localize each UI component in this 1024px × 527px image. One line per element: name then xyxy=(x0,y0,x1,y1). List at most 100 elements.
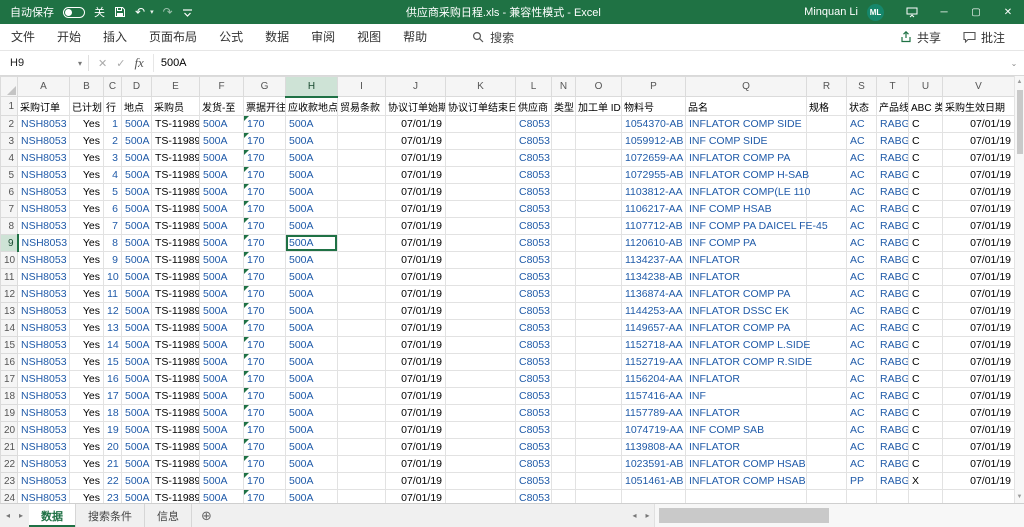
col-header-R[interactable]: R xyxy=(807,77,847,97)
cell-F8[interactable]: 500A xyxy=(200,218,244,235)
cell-A19[interactable]: NSH8053 xyxy=(18,405,70,422)
cell-H20[interactable]: 500A xyxy=(286,422,338,439)
cell-O10[interactable] xyxy=(576,252,622,269)
cell-D13[interactable]: 500A xyxy=(122,303,152,320)
cell-G11[interactable]: 170 xyxy=(244,269,286,286)
cell-E21[interactable]: TS-11989 xyxy=(152,439,200,456)
cell-U18[interactable]: C xyxy=(909,388,943,405)
cell-L3[interactable]: C8053 xyxy=(516,133,552,150)
next-sheet-icon[interactable]: ▸ xyxy=(19,511,23,520)
cell-D19[interactable]: 500A xyxy=(122,405,152,422)
vertical-scrollbar[interactable]: ▲ ▼ xyxy=(1014,76,1024,503)
cell-G13[interactable]: 170 xyxy=(244,303,286,320)
cell-C1[interactable]: 行 xyxy=(104,97,122,116)
cell-B16[interactable]: Yes xyxy=(70,354,104,371)
row-header-16[interactable]: 16 xyxy=(1,354,18,371)
cell-B4[interactable]: Yes xyxy=(70,150,104,167)
row-header-12[interactable]: 12 xyxy=(1,286,18,303)
ribbon-tab-review[interactable]: 审阅 xyxy=(300,25,346,50)
cell-J24[interactable]: 07/01/19 xyxy=(386,490,446,504)
cell-R23[interactable] xyxy=(807,473,847,490)
cell-L19[interactable]: C8053 xyxy=(516,405,552,422)
cell-N6[interactable] xyxy=(552,184,576,201)
row-header-8[interactable]: 8 xyxy=(1,218,18,235)
row-header-14[interactable]: 14 xyxy=(1,320,18,337)
cell-F15[interactable]: 500A xyxy=(200,337,244,354)
cell-N7[interactable] xyxy=(552,201,576,218)
cell-O24[interactable] xyxy=(576,490,622,504)
cell-D3[interactable]: 500A xyxy=(122,133,152,150)
cell-C21[interactable]: 20 xyxy=(104,439,122,456)
row-header-2[interactable]: 2 xyxy=(1,116,18,133)
cell-O21[interactable] xyxy=(576,439,622,456)
cell-D14[interactable]: 500A xyxy=(122,320,152,337)
cell-V8[interactable]: 07/01/19 xyxy=(943,218,1015,235)
cell-R6[interactable] xyxy=(807,184,847,201)
cell-O14[interactable] xyxy=(576,320,622,337)
ribbon-tab-help[interactable]: 帮助 xyxy=(392,25,438,50)
cell-N5[interactable] xyxy=(552,167,576,184)
cell-I13[interactable] xyxy=(338,303,386,320)
cell-A2[interactable]: NSH8053 xyxy=(18,116,70,133)
cell-H12[interactable]: 500A xyxy=(286,286,338,303)
cell-S18[interactable]: AC xyxy=(847,388,877,405)
cell-B22[interactable]: Yes xyxy=(70,456,104,473)
cell-A8[interactable]: NSH8053 xyxy=(18,218,70,235)
col-header-A[interactable]: A xyxy=(18,77,70,97)
cell-H1[interactable]: 应收款地点 xyxy=(286,97,338,116)
cell-C12[interactable]: 11 xyxy=(104,286,122,303)
cell-G3[interactable]: 170 xyxy=(244,133,286,150)
cell-Q20[interactable]: INF COMP SAB xyxy=(686,422,807,439)
cell-H3[interactable]: 500A xyxy=(286,133,338,150)
cell-V1[interactable]: 采购生效日期 xyxy=(943,97,1015,116)
cell-B18[interactable]: Yes xyxy=(70,388,104,405)
ribbon-tab-page-layout[interactable]: 页面布局 xyxy=(138,25,208,50)
select-all-button[interactable] xyxy=(1,77,18,97)
cell-C22[interactable]: 21 xyxy=(104,456,122,473)
cell-J17[interactable]: 07/01/19 xyxy=(386,371,446,388)
cell-G4[interactable]: 170 xyxy=(244,150,286,167)
cell-C5[interactable]: 4 xyxy=(104,167,122,184)
cell-J6[interactable]: 07/01/19 xyxy=(386,184,446,201)
cell-S2[interactable]: AC xyxy=(847,116,877,133)
col-header-Q[interactable]: Q xyxy=(686,77,807,97)
cell-N22[interactable] xyxy=(552,456,576,473)
cell-P17[interactable]: 1156204-AA xyxy=(622,371,686,388)
cell-V18[interactable]: 07/01/19 xyxy=(943,388,1015,405)
col-header-J[interactable]: J xyxy=(386,77,446,97)
cell-D9[interactable]: 500A xyxy=(122,235,152,252)
cell-P8[interactable]: 1107712-AB xyxy=(622,218,686,235)
cell-H14[interactable]: 500A xyxy=(286,320,338,337)
cell-A11[interactable]: NSH8053 xyxy=(18,269,70,286)
cell-Q18[interactable]: INF xyxy=(686,388,807,405)
cell-K3[interactable] xyxy=(446,133,516,150)
cell-N18[interactable] xyxy=(552,388,576,405)
cell-P5[interactable]: 1072955-AB xyxy=(622,167,686,184)
cell-I18[interactable] xyxy=(338,388,386,405)
cell-P7[interactable]: 1106217-AA xyxy=(622,201,686,218)
cell-R2[interactable] xyxy=(807,116,847,133)
col-header-T[interactable]: T xyxy=(877,77,909,97)
cell-J4[interactable]: 07/01/19 xyxy=(386,150,446,167)
cell-I21[interactable] xyxy=(338,439,386,456)
cell-S6[interactable]: AC xyxy=(847,184,877,201)
cell-G20[interactable]: 170 xyxy=(244,422,286,439)
cell-K21[interactable] xyxy=(446,439,516,456)
col-header-O[interactable]: O xyxy=(576,77,622,97)
cell-S16[interactable]: AC xyxy=(847,354,877,371)
cell-B13[interactable]: Yes xyxy=(70,303,104,320)
cell-G18[interactable]: 170 xyxy=(244,388,286,405)
row-header-18[interactable]: 18 xyxy=(1,388,18,405)
cell-N20[interactable] xyxy=(552,422,576,439)
cell-J15[interactable]: 07/01/19 xyxy=(386,337,446,354)
cell-N24[interactable] xyxy=(552,490,576,504)
row-header-3[interactable]: 3 xyxy=(1,133,18,150)
cell-D10[interactable]: 500A xyxy=(122,252,152,269)
cell-S11[interactable]: AC xyxy=(847,269,877,286)
sheet-tab-1[interactable]: 数据 xyxy=(29,504,76,527)
scroll-right-icon[interactable]: ▸ xyxy=(641,504,654,527)
cell-Q12[interactable]: INFLATOR COMP PA xyxy=(686,286,807,303)
cell-O5[interactable] xyxy=(576,167,622,184)
cell-F22[interactable]: 500A xyxy=(200,456,244,473)
cell-I7[interactable] xyxy=(338,201,386,218)
